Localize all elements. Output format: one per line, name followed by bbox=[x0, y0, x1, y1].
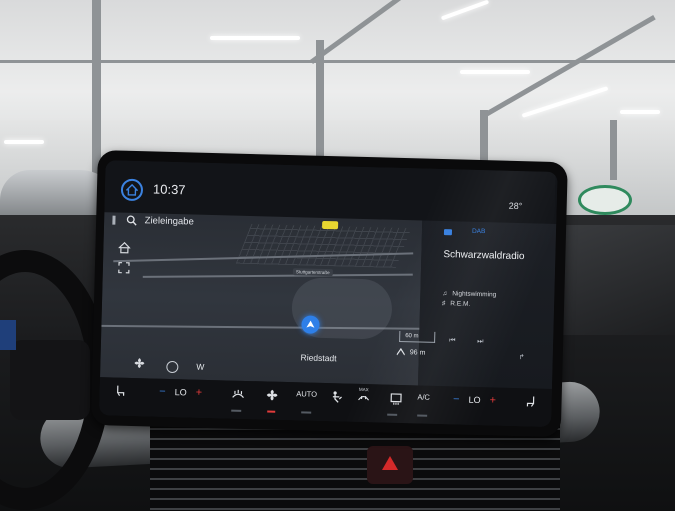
destination-search[interactable]: ❚ Zieleingabe bbox=[110, 210, 194, 230]
infotainment-display: 10:37 28° ❚ Zieleingabe Stuttgarterstraß… bbox=[90, 150, 568, 438]
auto-button[interactable]: AUTO bbox=[292, 389, 322, 399]
song-row: ♫ Nightswimming bbox=[442, 290, 496, 298]
ceiling-light bbox=[4, 140, 44, 144]
seat-heat-left[interactable] bbox=[110, 384, 132, 397]
fan-quick-button[interactable] bbox=[130, 354, 148, 372]
next-turn-distance: 96 m bbox=[396, 347, 426, 357]
heading-label: W bbox=[196, 361, 205, 372]
ac-indicator bbox=[417, 414, 428, 417]
search-label: Zieleingabe bbox=[144, 214, 194, 228]
artist-icon: ♯ bbox=[442, 300, 446, 308]
station-name: Schwarzwaldradio bbox=[443, 249, 525, 263]
next-button[interactable]: ⏭ bbox=[477, 338, 483, 346]
traffic-marker bbox=[322, 220, 339, 230]
turn-icon bbox=[396, 347, 405, 356]
song-title: Nightswimming bbox=[452, 290, 497, 299]
driver-temp-up[interactable]: + bbox=[196, 387, 203, 399]
artist-row: ♯ R.E.M. bbox=[442, 300, 470, 308]
windshield-icon bbox=[358, 395, 369, 401]
showroom-sign bbox=[578, 185, 632, 215]
passenger-temp-control[interactable]: − LO + bbox=[439, 393, 509, 407]
clock: 10:37 bbox=[152, 181, 186, 198]
map-scale[interactable]: 60 m bbox=[399, 330, 436, 343]
seat-icon[interactable]: ↱ bbox=[519, 353, 525, 361]
instrument-glow bbox=[0, 320, 16, 350]
ceiling-beam bbox=[610, 120, 617, 180]
expand-icon bbox=[118, 261, 130, 274]
artist-name: R.E.M. bbox=[450, 300, 471, 308]
airflow-button[interactable] bbox=[325, 390, 345, 404]
ceiling-light bbox=[460, 70, 530, 74]
defrost-indicator bbox=[231, 409, 242, 412]
ceiling-beam bbox=[92, 0, 101, 180]
street-tag: Stuttgarterstraße bbox=[292, 268, 333, 277]
defrost-icon bbox=[231, 389, 244, 399]
auto-indicator bbox=[301, 411, 312, 414]
home-destination-icon bbox=[118, 241, 131, 254]
ac-label: A/C bbox=[417, 392, 431, 402]
distance-label: 96 m bbox=[409, 348, 426, 357]
source-icon bbox=[443, 229, 453, 236]
seat-heat-right[interactable] bbox=[519, 395, 541, 408]
home-icon bbox=[125, 183, 139, 196]
search-icon bbox=[126, 215, 137, 226]
ceiling-beam bbox=[0, 60, 675, 63]
passenger-temp-value: LO bbox=[468, 394, 481, 406]
rear-defrost-button[interactable] bbox=[385, 392, 405, 406]
steering-stalk bbox=[10, 340, 90, 420]
rear-defrost-icon bbox=[390, 393, 402, 405]
driver-temp-control[interactable]: − LO + bbox=[146, 385, 216, 399]
display-screen: 10:37 28° ❚ Zieleingabe Stuttgarterstraß… bbox=[99, 160, 558, 427]
fan-speed-icon bbox=[266, 389, 278, 401]
passenger-temp-down[interactable]: − bbox=[453, 393, 460, 405]
fan-speed-button[interactable] bbox=[261, 388, 281, 402]
map-home-button[interactable] bbox=[115, 238, 133, 256]
driver-temp-value: LO bbox=[174, 387, 187, 398]
navigation-arrow-icon bbox=[306, 320, 315, 328]
fan-level-indicator bbox=[267, 410, 276, 413]
ceiling-light bbox=[210, 36, 300, 40]
driver-temp-down[interactable]: − bbox=[159, 386, 166, 398]
current-location: Riedstadt bbox=[300, 352, 337, 364]
map-scale-label: 60 m bbox=[405, 333, 419, 340]
passenger-temp-up[interactable]: + bbox=[489, 394, 496, 406]
pause-icon: ❚ bbox=[110, 213, 118, 225]
fan-icon bbox=[134, 358, 145, 369]
source-label[interactable]: DAB bbox=[472, 228, 486, 235]
hazard-button bbox=[367, 446, 413, 484]
airflow-icon bbox=[332, 391, 342, 403]
outside-temperature: 28° bbox=[508, 200, 523, 212]
seat-heat-icon bbox=[117, 385, 125, 396]
max-defrost-button[interactable]: MAX bbox=[351, 387, 375, 403]
music-note-icon: ♫ bbox=[442, 290, 448, 298]
previous-button[interactable]: ⏮ bbox=[449, 337, 455, 345]
ac-button[interactable]: A/C bbox=[414, 392, 434, 402]
seat-heat-icon bbox=[526, 396, 535, 407]
map-expand-button[interactable] bbox=[115, 258, 133, 276]
ceiling-light bbox=[620, 110, 660, 114]
auto-label: AUTO bbox=[296, 389, 318, 399]
rear-defrost-indicator bbox=[387, 413, 398, 416]
defrost-button[interactable] bbox=[227, 387, 247, 401]
